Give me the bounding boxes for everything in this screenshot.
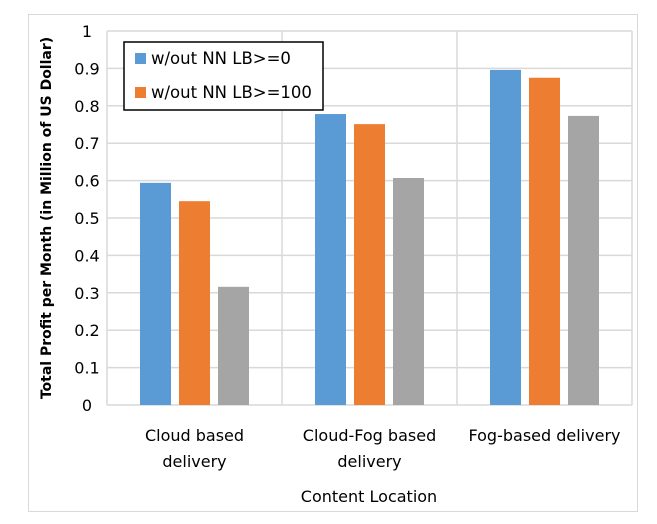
y-tick-label: 0 bbox=[82, 396, 92, 415]
bar-series-1-cat-2 bbox=[529, 77, 560, 405]
bar-series-2-cat-0 bbox=[218, 286, 249, 405]
x-category-label: Fog-based delivery bbox=[469, 426, 621, 445]
x-category-label: Cloud-Fog based bbox=[303, 426, 436, 445]
x-category-labels: Cloud based delivery Cloud-Fog based delive… bbox=[145, 426, 621, 471]
x-axis-label: Content Location bbox=[301, 487, 437, 506]
bar-chart: 0 0.1 0.2 0.3 0.4 0.5 0.6 0.7 0.8 0.9 1 Cloud base… bbox=[39, 22, 633, 506]
bar-series-0-cat-2 bbox=[490, 69, 521, 406]
legend-swatch bbox=[135, 53, 146, 64]
y-tick-label: 0.7 bbox=[74, 134, 99, 153]
y-tick-label: 1 bbox=[82, 22, 92, 41]
x-category-label: delivery bbox=[337, 452, 401, 471]
bars bbox=[140, 69, 599, 406]
x-category-label: delivery bbox=[162, 452, 226, 471]
y-tick-label: 0.9 bbox=[74, 59, 99, 78]
y-tick-label: 0.2 bbox=[74, 321, 99, 340]
bar-series-0-cat-0 bbox=[140, 182, 171, 405]
legend-swatch bbox=[135, 87, 146, 98]
x-category-label: Cloud based bbox=[145, 426, 244, 445]
y-tick-labels: 0 0.1 0.2 0.3 0.4 0.5 0.6 0.7 0.8 0.9 1 bbox=[74, 22, 99, 415]
bar-series-0-cat-1 bbox=[315, 114, 346, 405]
y-tick-label: 0.5 bbox=[74, 209, 99, 228]
legend-label: w/out NN LB>=100 bbox=[151, 83, 312, 102]
bar-series-2-cat-1 bbox=[393, 177, 424, 405]
y-tick-label: 0.6 bbox=[74, 172, 99, 191]
y-tick-label: 0.1 bbox=[74, 359, 99, 378]
legend: w/out NN LB>=0 w/out NN LB>=100 bbox=[123, 41, 324, 111]
bar-series-1-cat-0 bbox=[179, 201, 210, 405]
y-tick-label: 0.4 bbox=[74, 246, 99, 265]
bar-series-1-cat-1 bbox=[354, 124, 385, 405]
y-axis-label: Total Profit per Month (in Million of US… bbox=[39, 37, 55, 399]
y-tick-label: 0.3 bbox=[74, 284, 99, 303]
y-tick-label: 0.8 bbox=[74, 97, 99, 116]
legend-label: w/out NN LB>=0 bbox=[151, 49, 291, 68]
bar-series-2-cat-2 bbox=[568, 115, 599, 405]
